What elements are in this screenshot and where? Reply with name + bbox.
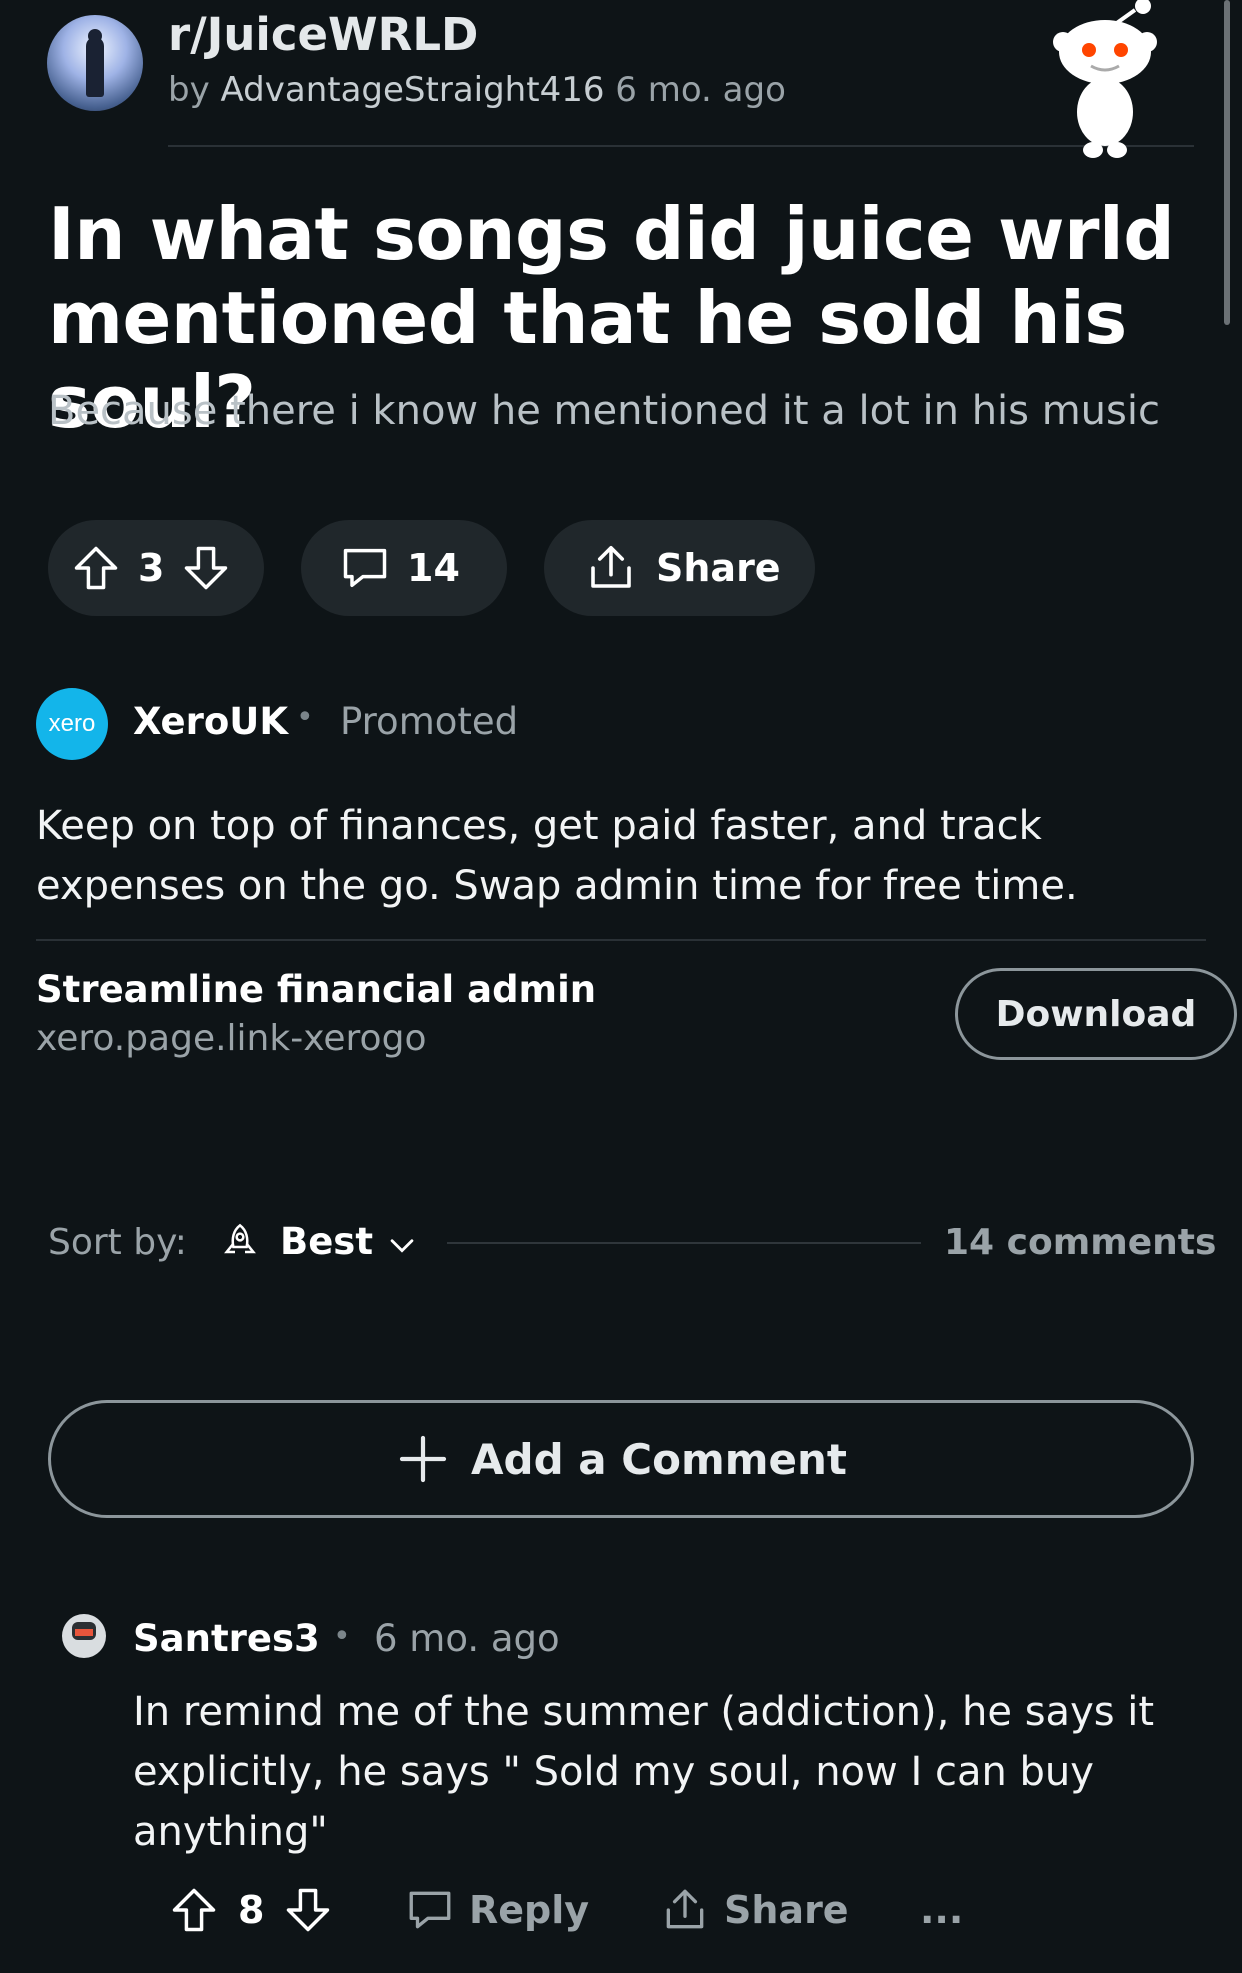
ad-divider [36,939,1206,941]
subreddit-avatar[interactable] [47,15,143,111]
comment-text: In remind me of the summer (addiction), … [133,1689,1155,1855]
commenter-avatar[interactable] [62,1614,106,1658]
post-time: 6 mo. ago [615,70,786,110]
comment-share-button[interactable]: Share [660,1880,849,1940]
post-body: Because there i know he mentioned it a l… [48,388,1160,434]
comment-vote: 8 [168,1880,334,1940]
more-options-button[interactable]: ... [920,1880,963,1940]
add-comment-label: Add a Comment [471,1434,847,1484]
advertiser-logo[interactable]: xero [36,688,108,760]
sort-divider [447,1242,921,1244]
download-button[interactable]: Download [955,968,1237,1060]
comment-icon [343,548,387,588]
reply-label: Reply [469,1888,590,1932]
reply-button[interactable]: Reply [405,1880,589,1940]
post-comment-count: 14 [407,546,460,590]
promoted-label: Promoted [340,700,519,743]
downvote-icon[interactable] [180,542,232,594]
snoo-mascot-icon [1053,0,1157,158]
advertiser-name[interactable]: XeroUK [133,700,288,743]
post-comments-button[interactable]: 14 [301,520,507,616]
header-divider [168,145,1194,147]
upvote-icon[interactable] [70,542,122,594]
post-share-button[interactable]: Share [544,520,815,616]
byline-prefix: by [168,70,210,110]
reply-icon [409,1891,451,1929]
comment-count: 14 comments [944,1222,1217,1263]
plus-icon [399,1435,447,1483]
ad-headline[interactable]: Streamline financial admin [36,968,596,1011]
share-icon [666,1889,704,1929]
post-byline: by AdvantageStraight416 6 mo. ago [168,70,786,110]
chevron-down-icon[interactable] [385,1228,419,1262]
post-vote-pill: 3 [48,520,264,616]
comment-username[interactable]: Santres3 [133,1617,320,1660]
separator-dot: • [296,700,314,735]
post-author[interactable]: AdvantageStraight416 [221,70,605,110]
comment-vote-count: 8 [238,1888,265,1932]
post-vote-count: 3 [138,546,165,590]
comment-share-label: Share [724,1888,849,1932]
downvote-icon[interactable] [282,1884,334,1936]
ad-text: Keep on top of finances, get paid faster… [36,803,1078,909]
rocket-icon[interactable] [220,1222,260,1262]
scrollbar[interactable] [1224,0,1230,325]
sort-label: Sort by: [48,1222,187,1263]
upvote-icon[interactable] [168,1884,220,1936]
share-icon [591,545,631,588]
subreddit-name[interactable]: r/JuiceWRLD [168,8,478,61]
sort-value[interactable]: Best [280,1220,373,1263]
more-icon: ... [920,1888,964,1932]
separator-dot: • [333,1619,351,1654]
post-share-label: Share [656,546,781,590]
add-comment-button[interactable]: Add a Comment [48,1400,1194,1518]
ad-url[interactable]: xero.page.link-xerogo [36,1018,426,1059]
comment-time: 6 mo. ago [374,1617,560,1660]
